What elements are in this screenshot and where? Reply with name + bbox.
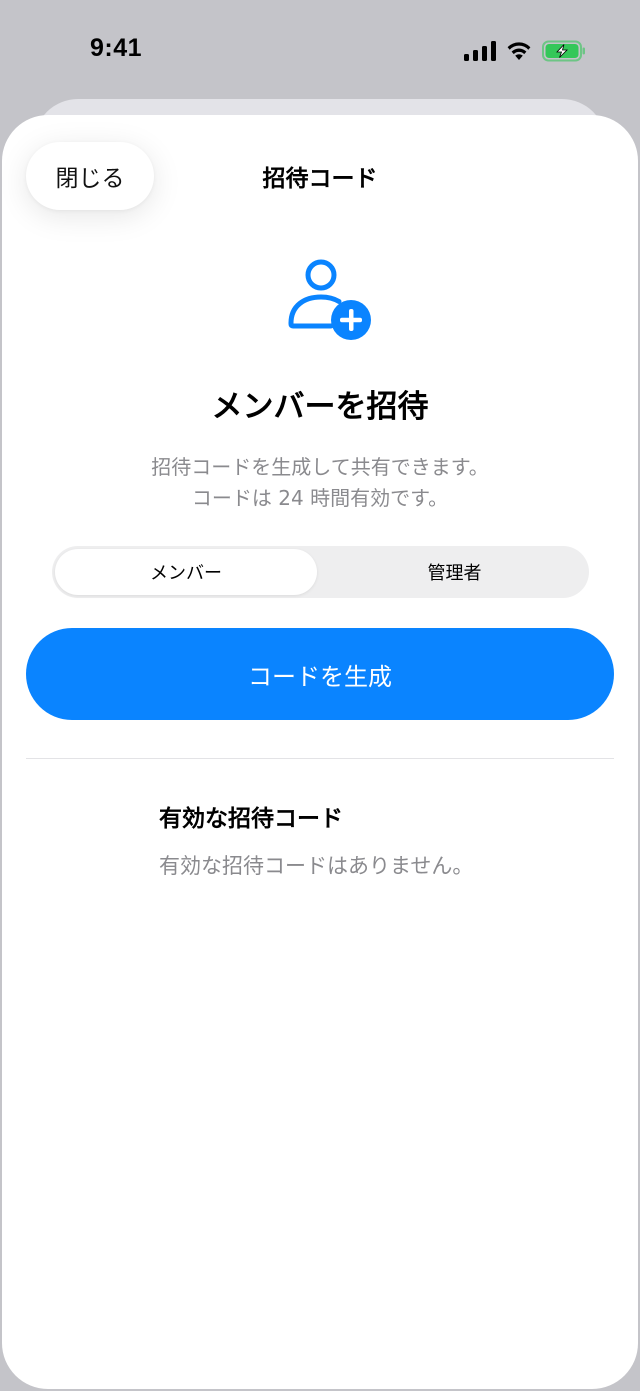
active-codes-title: 有効な招待コード — [159, 806, 343, 832]
status-time: 9:41 — [90, 34, 143, 62]
status-bar: 9:41 — [0, 0, 640, 100]
cellular-signal-icon — [464, 41, 496, 61]
person-add-icon — [286, 257, 376, 341]
description-line-1: 招待コードを生成して共有できます。 — [151, 455, 489, 479]
segment-member[interactable]: メンバー — [52, 546, 320, 598]
sheet-title: 招待コード — [262, 166, 378, 192]
status-icons — [464, 40, 586, 62]
segment-admin[interactable]: 管理者 — [320, 546, 589, 598]
wifi-icon — [506, 41, 532, 61]
battery-charging-icon — [542, 40, 586, 62]
description: 招待コードを生成して共有できます。 コードは 24 時間有効です。 — [2, 452, 638, 514]
description-line-2: コードは 24 時間有効です。 — [191, 486, 449, 510]
invite-code-sheet: 閉じる 招待コード メンバーを招待 招待コードを生成して共有できます。 コードは… — [2, 115, 638, 1389]
active-codes-empty-message: 有効な招待コードはありません。 — [159, 854, 474, 878]
divider — [26, 758, 614, 759]
role-segmented-control: メンバー 管理者 — [52, 546, 589, 598]
screen: 9:41 閉じる 招待コード メンバーを招待 招待コードを生成して共有できます。… — [0, 0, 640, 1391]
headline: メンバーを招待 — [211, 389, 429, 425]
generate-code-button[interactable]: コードを生成 — [26, 628, 614, 720]
